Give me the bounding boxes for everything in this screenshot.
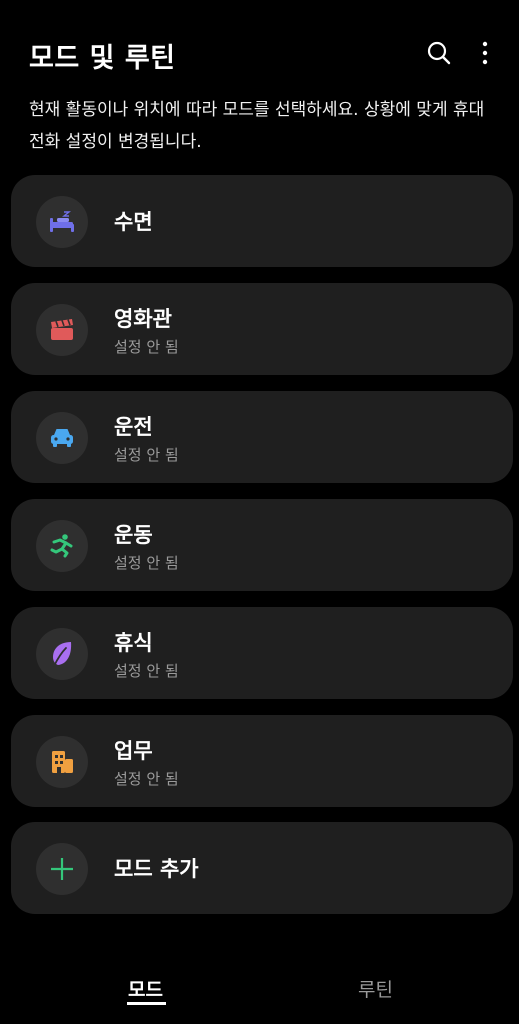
mode-status: 설정 안 됨 [114,446,179,464]
add-mode-button[interactable]: 모드 추가 [11,822,513,914]
plus-icon [36,843,88,895]
building-icon [36,736,88,788]
bed-icon [36,196,88,248]
search-icon[interactable] [424,38,454,68]
mode-card-work[interactable]: 업무 설정 안 됨 [11,715,513,807]
mode-title: 영화관 [114,307,172,331]
mode-card-relax[interactable]: 휴식 설정 안 됨 [11,607,513,699]
mode-status: 설정 안 됨 [114,554,179,572]
leaf-icon [36,628,88,680]
mode-title: 운전 [114,415,153,439]
mode-title: 업무 [114,739,153,763]
mode-status: 설정 안 됨 [114,770,179,788]
active-tab-indicator [127,1002,166,1005]
running-icon [36,520,88,572]
car-icon [36,412,88,464]
add-mode-label: 모드 추가 [114,857,199,881]
mode-status: 설정 안 됨 [114,662,179,680]
mode-title: 휴식 [114,631,153,655]
mode-status: 설정 안 됨 [114,338,179,356]
bottom-navigation: 모드 루틴 [0,950,519,1024]
mode-card-sleep[interactable]: 수면 [11,175,513,267]
mode-title: 운동 [114,523,153,547]
header: 모드 및 루틴 [0,0,519,100]
page-title: 모드 및 루틴 [29,43,176,74]
tab-modes[interactable]: 모드 [128,975,163,1002]
mode-card-driving[interactable]: 운전 설정 안 됨 [11,391,513,483]
clapperboard-icon [36,304,88,356]
mode-title: 수면 [114,210,153,234]
page-description: 현재 활동이나 위치에 따라 모드를 선택하세요. 상황에 맞게 휴대전화 설정… [29,100,485,152]
mode-card-exercise[interactable]: 운동 설정 안 됨 [11,499,513,591]
tab-routines[interactable]: 루틴 [358,975,393,1002]
more-options-icon[interactable] [470,38,500,68]
mode-card-cinema[interactable]: 영화관 설정 안 됨 [11,283,513,375]
